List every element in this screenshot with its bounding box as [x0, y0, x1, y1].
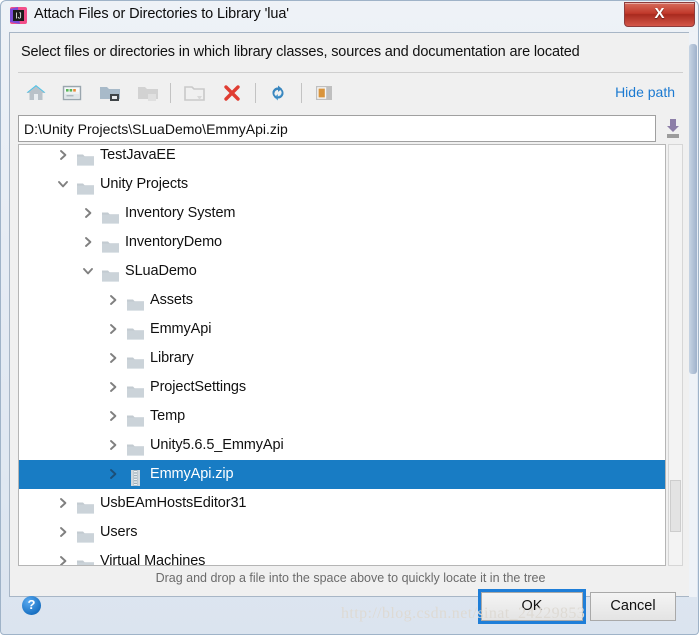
- tree-row[interactable]: Unity5.6.5_EmmyApi: [19, 431, 665, 460]
- tree-row-label: TestJavaEE: [100, 147, 176, 163]
- tree-row[interactable]: Inventory System: [19, 199, 665, 228]
- tree-row[interactable]: UsbEAmHostsEditor31: [19, 489, 665, 518]
- toolbar-separator-3: [301, 83, 302, 103]
- tree-row[interactable]: SLuaDemo: [19, 257, 665, 286]
- chevron-right-icon[interactable]: [57, 145, 71, 170]
- file-chooser-toolbar: Hide path: [18, 73, 683, 113]
- folder-icon: [77, 177, 94, 195]
- dialog-window: IJ Attach Files or Directories to Librar…: [0, 0, 699, 635]
- help-button[interactable]: ?: [22, 596, 41, 615]
- tree-row[interactable]: EmmyApi.zip: [19, 460, 665, 489]
- tree-scrollbar[interactable]: [668, 144, 683, 566]
- chevron-down-icon[interactable]: [82, 257, 96, 286]
- close-icon: X: [654, 5, 665, 22]
- tree-row[interactable]: Library: [19, 344, 665, 373]
- folder-icon: [77, 525, 94, 543]
- tree-row-label: Inventory System: [125, 205, 236, 221]
- chevron-right-icon[interactable]: [107, 460, 121, 489]
- tree-row-label: EmmyApi: [150, 321, 212, 337]
- chevron-right-icon[interactable]: [107, 402, 121, 431]
- folder-icon: [127, 438, 144, 456]
- tree-row[interactable]: InventoryDemo: [19, 228, 665, 257]
- folder-icon: [102, 235, 119, 253]
- chevron-right-icon[interactable]: [107, 431, 121, 460]
- window-scrollbar-thumb[interactable]: [689, 44, 697, 374]
- watermark-text: http://blog.csdn.net/sinat_24229853: [341, 605, 586, 622]
- tree-rows-container: TestJavaEE Unity Projects Inventory System…: [19, 145, 665, 566]
- tree-row[interactable]: Users: [19, 518, 665, 547]
- tree-row-label: Temp: [150, 408, 186, 424]
- chevron-right-icon[interactable]: [107, 286, 121, 315]
- toolbar-separator-2: [255, 83, 256, 103]
- chevron-right-icon[interactable]: [107, 344, 121, 373]
- chevron-right-icon[interactable]: [82, 199, 96, 228]
- folder-icon: [127, 409, 144, 427]
- tree-row-label: Virtual Machines: [100, 553, 206, 566]
- chevron-right-icon[interactable]: [107, 373, 121, 402]
- tree-row-label: Assets: [150, 292, 193, 308]
- title-bar: IJ Attach Files or Directories to Librar…: [1, 1, 699, 31]
- chevron-right-icon[interactable]: [107, 315, 121, 344]
- folder-icon: [77, 148, 94, 166]
- dropdown-history-icon[interactable]: [663, 116, 683, 141]
- chevron-right-icon[interactable]: [82, 228, 96, 257]
- hide-path-link[interactable]: Hide path: [615, 84, 675, 100]
- tree-row[interactable]: Virtual Machines: [19, 547, 665, 566]
- folder-icon: [127, 293, 144, 311]
- new-folder-icon[interactable]: [96, 79, 124, 107]
- sync-refresh-icon[interactable]: [264, 79, 292, 107]
- tree-row-label: Unity5.6.5_EmmyApi: [150, 437, 284, 453]
- desktop-icon[interactable]: [58, 79, 86, 107]
- tree-row[interactable]: Temp: [19, 402, 665, 431]
- window-scrollbar[interactable]: [689, 32, 697, 597]
- tree-row-label: Users: [100, 524, 138, 540]
- delete-icon[interactable]: [218, 79, 246, 107]
- tree-scrollbar-thumb[interactable]: [670, 480, 681, 532]
- tree-row-label: ProjectSettings: [150, 379, 247, 395]
- chevron-right-icon[interactable]: [57, 489, 71, 518]
- tree-row-label: SLuaDemo: [125, 263, 197, 279]
- path-row: [18, 115, 683, 143]
- folder-icon: [134, 79, 162, 107]
- folder-icon: [102, 264, 119, 282]
- directory-tree[interactable]: TestJavaEE Unity Projects Inventory System…: [18, 144, 666, 566]
- chevron-right-icon[interactable]: [57, 518, 71, 547]
- chevron-down-icon[interactable]: [57, 170, 71, 199]
- tree-row-label: Library: [150, 350, 194, 366]
- folder-icon: [127, 380, 144, 398]
- tree-row[interactable]: ProjectSettings: [19, 373, 665, 402]
- question-mark-icon: ?: [27, 597, 36, 612]
- folder-icon: [127, 322, 144, 340]
- tree-row-label: Unity Projects: [100, 176, 189, 192]
- tree-row-label: EmmyApi.zip: [150, 466, 234, 482]
- cancel-button[interactable]: Cancel: [590, 592, 676, 621]
- tree-row[interactable]: Unity Projects: [19, 170, 665, 199]
- folder-icon: [102, 206, 119, 224]
- toolbar-separator: [170, 83, 171, 103]
- tree-row-label: UsbEAmHostsEditor31: [100, 495, 247, 511]
- home-icon[interactable]: [22, 79, 50, 107]
- tree-row[interactable]: TestJavaEE: [19, 145, 665, 170]
- refresh-folder-icon: [180, 79, 208, 107]
- intellij-idea-icon: IJ: [10, 7, 27, 24]
- dialog-instruction-label: Select files or directories in which lib…: [21, 44, 580, 60]
- show-hidden-files-icon[interactable]: [310, 79, 338, 107]
- drag-drop-hint: Drag and drop a file into the space abov…: [155, 571, 546, 585]
- window-title: Attach Files or Directories to Library '…: [34, 6, 289, 22]
- folder-icon: [127, 351, 144, 369]
- tree-row-label: InventoryDemo: [125, 234, 223, 250]
- close-button[interactable]: X: [624, 2, 695, 27]
- chevron-right-icon[interactable]: [57, 547, 71, 565]
- svg-text:IJ: IJ: [15, 12, 21, 21]
- archive-zip-icon: [127, 467, 144, 486]
- path-input[interactable]: [18, 115, 656, 142]
- folder-icon: [77, 496, 94, 514]
- tree-row[interactable]: Assets: [19, 286, 665, 315]
- tree-row[interactable]: EmmyApi: [19, 315, 665, 344]
- folder-icon: [77, 554, 94, 565]
